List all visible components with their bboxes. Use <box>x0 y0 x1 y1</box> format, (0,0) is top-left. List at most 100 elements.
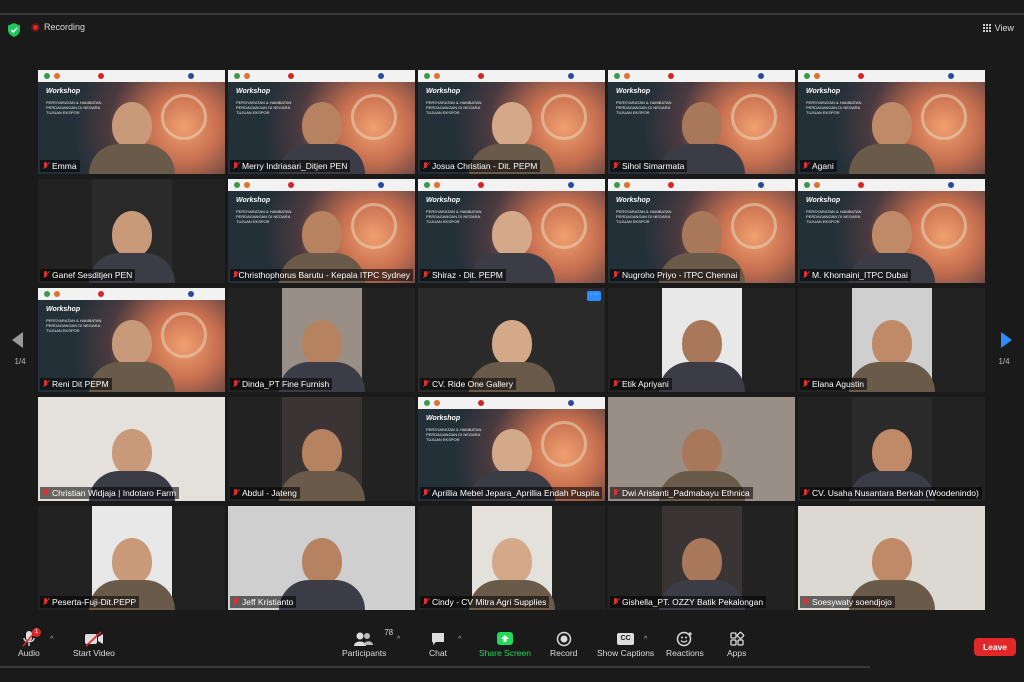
participant-tile[interactable]: Workshop PERSYARATAN & HAMBATAN PERDAGANG… <box>418 397 605 501</box>
participants-label: Participants <box>342 648 387 658</box>
record-button[interactable]: Record <box>550 630 577 658</box>
participant-name: Christhophorus Barutu - Kepala ITPC Sydn… <box>238 270 410 280</box>
participant-tile[interactable]: Workshop PERSYARATAN & HAMBATAN PERDAGANG… <box>228 179 415 283</box>
slide-logo-bar <box>418 70 605 82</box>
participant-name: Josua Christian - Dit. PEPM <box>432 161 538 171</box>
grid-icon <box>982 24 991 32</box>
meeting-window: Recording View 1/4 1/4 Workshop PERSYARAT… <box>0 0 1024 682</box>
participant-tile[interactable]: Workshop PERSYARATAN & HAMBATAN PERDAGANG… <box>798 179 985 283</box>
audio-button[interactable]: 1 Audio <box>18 628 41 658</box>
participant-name-tag: Abdul - Jateng <box>230 487 300 499</box>
participant-name-tag: CV. Usaha Nusantara Berkah (Woodenindo) <box>800 487 982 499</box>
participant-name: Merry Indriasari_Ditjen PEN <box>242 161 348 171</box>
participant-name-tag: Jeff Kristianto <box>230 596 297 608</box>
share-screen-button[interactable]: Share Screen <box>479 630 531 658</box>
participant-tile[interactable]: Cindy - CV Mitra Agri Supplies <box>418 506 605 610</box>
participant-tile[interactable]: Workshop PERSYARATAN & HAMBATAN PERDAGANG… <box>418 70 605 174</box>
participant-name-tag: Dwi Aristanti_Padmabayu Ethnica <box>610 487 753 499</box>
bottom-divider <box>0 666 870 668</box>
muted-mic-icon <box>612 271 620 279</box>
show-captions-label: Show Captions <box>597 648 655 658</box>
slide-title: Workshop <box>806 197 841 204</box>
audio-options-caret-icon[interactable]: ^ <box>50 636 53 643</box>
muted-mic-icon <box>232 162 240 170</box>
muted-mic-icon <box>422 162 430 170</box>
video-grid: Workshop PERSYARATAN & HAMBATAN PERDAGANG… <box>38 70 986 610</box>
view-label: View <box>994 23 1014 33</box>
slide-title: Workshop <box>806 88 841 95</box>
reactions-button[interactable]: Reactions <box>666 630 704 658</box>
participant-tile[interactable]: Workshop PERSYARATAN & HAMBATAN PERDAGANG… <box>38 70 225 174</box>
participant-tile[interactable]: Workshop PERSYARATAN & HAMBATAN PERDAGANG… <box>228 70 415 174</box>
next-page-arrow-icon[interactable] <box>1001 332 1012 348</box>
participant-tile[interactable]: CV. Usaha Nusantara Berkah (Woodenindo) <box>798 397 985 501</box>
muted-mic-icon <box>612 380 620 388</box>
muted-mic-icon <box>422 380 430 388</box>
participant-tile[interactable]: Ganef Sesditjen PEN <box>38 179 225 283</box>
participant-name-tag: Sihol Simarmata <box>610 160 688 172</box>
share-screen-icon <box>496 630 514 648</box>
muted-mic-icon <box>802 598 810 606</box>
shield-icon[interactable] <box>8 23 20 37</box>
participant-name-tag: Elana Agustin <box>800 378 867 390</box>
participant-tile[interactable]: Dwi Aristanti_Padmabayu Ethnica <box>608 397 795 501</box>
view-button[interactable]: View <box>982 23 1014 33</box>
participant-name-tag: Ganef Sesditjen PEN <box>40 269 136 281</box>
participant-tile[interactable]: Soesywaty soendjojo <box>798 506 985 610</box>
previous-page-arrow-icon[interactable] <box>12 332 23 348</box>
participant-name-tag: Soesywaty soendjojo <box>800 596 895 608</box>
record-dot-icon <box>31 22 40 32</box>
muted-mic-icon <box>42 271 50 279</box>
participant-name-tag: Nugroho Priyo - ITPC Chennai <box>610 269 741 281</box>
participant-tile[interactable]: Gishella_PT. OZZY Batik Pekalongan <box>608 506 795 610</box>
record-label: Record <box>550 648 578 658</box>
chat-options-caret-icon[interactable]: ^ <box>458 636 461 643</box>
participant-video-figure <box>848 102 935 174</box>
start-video-button[interactable]: Start Video <box>73 630 115 658</box>
captions-options-caret-icon[interactable]: ^ <box>644 636 647 643</box>
participant-tile[interactable]: Workshop PERSYARATAN & HAMBATAN PERDAGANG… <box>38 288 225 392</box>
recording-indicator[interactable]: Recording <box>31 22 85 32</box>
meeting-toolbar: 1 Audio ^ Start Video 78 Participants ^ … <box>0 626 1024 666</box>
participant-tile[interactable]: Jeff Kristianto <box>228 506 415 610</box>
participant-tile[interactable]: Elana Agustin <box>798 288 985 392</box>
participant-tile[interactable]: ··· CV. Ride One Gallery <box>418 288 605 392</box>
participants-icon: 78 <box>353 628 393 648</box>
slide-title: Workshop <box>426 197 461 204</box>
muted-mic-icon <box>422 271 430 279</box>
participants-button[interactable]: 78 Participants <box>342 628 393 658</box>
chat-button[interactable]: Chat <box>429 630 447 658</box>
share-screen-label: Share Screen <box>479 648 531 658</box>
participant-name: M. Khomaini_ITPC Dubai <box>812 270 908 280</box>
participant-tile[interactable]: Workshop PERSYARATAN & HAMBATAN PERDAGANG… <box>798 70 985 174</box>
participant-tile[interactable]: Etik Apriyani <box>608 288 795 392</box>
participant-tile[interactable]: Workshop PERSYARATAN & HAMBATAN PERDAGANG… <box>608 179 795 283</box>
participant-name: Christian Widjaja | Indotaro Farm <box>52 488 177 498</box>
participant-name-tag: Agani <box>800 160 837 172</box>
participant-tile[interactable]: Christian Widjaja | Indotaro Farm <box>38 397 225 501</box>
show-captions-button[interactable]: CC Show Captions <box>597 630 654 658</box>
participant-name-tag: Emma <box>40 160 80 172</box>
slide-title: Workshop <box>236 88 271 95</box>
participant-tile[interactable]: Peserta-Fuji-Dit.PEPP <box>38 506 225 610</box>
audio-label: Audio <box>18 648 40 658</box>
tile-more-options-button[interactable]: ··· <box>587 291 601 301</box>
participant-name: Agani <box>812 161 834 171</box>
participant-tile[interactable]: Workshop PERSYARATAN & HAMBATAN PERDAGANG… <box>418 179 605 283</box>
participant-name: Peserta-Fuji-Dit.PEPP <box>52 597 137 607</box>
apps-button[interactable]: Apps <box>727 630 746 658</box>
participant-name-tag: Dinda_PT Fine Furnish <box>230 378 333 390</box>
participant-tile[interactable]: Workshop PERSYARATAN & HAMBATAN PERDAGANG… <box>608 70 795 174</box>
page-indicator-right: 1/4 <box>998 357 1010 366</box>
participants-options-caret-icon[interactable]: ^ <box>397 636 400 643</box>
participant-tile[interactable]: Abdul - Jateng <box>228 397 415 501</box>
leave-button[interactable]: Leave <box>974 638 1016 656</box>
muted-mic-icon <box>612 162 620 170</box>
participant-tile[interactable]: Dinda_PT Fine Furnish <box>228 288 415 392</box>
slide-logo-bar <box>38 288 225 300</box>
participant-name-tag: Christhophorus Barutu - Kepala ITPC Sydn… <box>230 269 413 281</box>
muted-mic-icon <box>422 598 430 606</box>
slide-title: Workshop <box>426 88 461 95</box>
start-video-label: Start Video <box>73 648 115 658</box>
slide-title: Workshop <box>46 88 81 95</box>
